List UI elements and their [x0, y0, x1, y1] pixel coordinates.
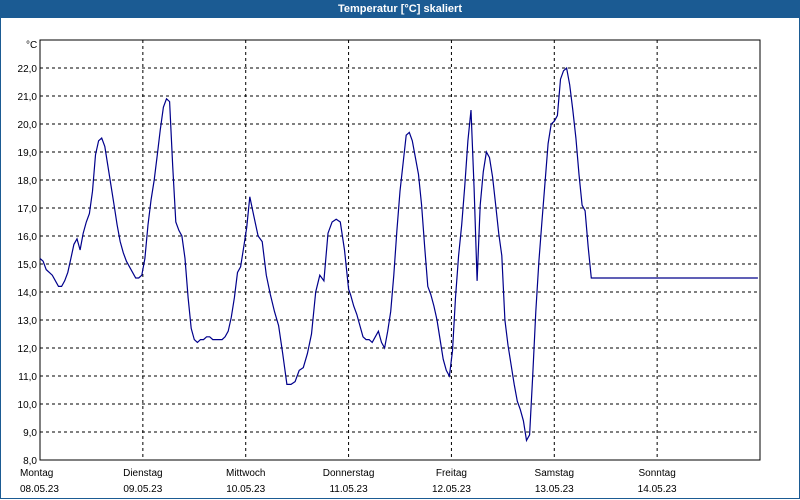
x-tick-day: Freitag — [436, 468, 467, 479]
x-axis-ticks: Montag 08.05.23 Dienstag 09.05.23 Mittwoch 10… — [20, 468, 677, 495]
y-tick-label: 9,0 — [23, 428, 37, 439]
y-tick-label: 20,0 — [18, 120, 38, 131]
x-tick-day: Dienstag — [123, 468, 162, 479]
x-tick-date: 12.05.23 — [432, 484, 471, 495]
y-tick-label: 8,0 — [23, 456, 37, 467]
y-tick-label: 18,0 — [18, 176, 38, 187]
y-tick-label: 15,0 — [18, 260, 38, 271]
x-tick-date: 11.05.23 — [329, 484, 368, 495]
y-tick-label: 11,0 — [18, 372, 37, 383]
y-tick-label: 17,0 — [18, 204, 38, 215]
x-tick-day: Mittwoch — [226, 468, 265, 479]
temperature-series-line — [39, 66, 758, 443]
plot-border — [39, 39, 761, 461]
x-tick-day: Donnerstag — [323, 468, 375, 479]
y-tick-label: 19,0 — [18, 148, 38, 159]
temperature-chart: 8,0 9,0 10,0 11,0 12,0 13,0 14,0 15,0 16,0 17,0 18… — [18, 39, 761, 495]
y-tick-label: 13,0 — [18, 316, 38, 327]
y-tick-label: 21,0 — [18, 92, 38, 103]
y-tick-label: 10,0 — [18, 400, 38, 411]
x-tick-day: Samstag — [535, 468, 574, 479]
x-tick-date: 14.05.23 — [638, 484, 677, 495]
grid — [39, 39, 761, 461]
x-tick-date: 10.05.23 — [226, 484, 265, 495]
y-tick-label: 16,0 — [18, 232, 38, 243]
y-axis-unit: °C — [26, 40, 37, 51]
x-tick-date: 09.05.23 — [123, 484, 162, 495]
x-tick-date: 08.05.23 — [20, 484, 59, 495]
x-tick-day: Montag — [20, 468, 53, 479]
y-tick-label: 12,0 — [18, 344, 38, 355]
y-axis-ticks: 8,0 9,0 10,0 11,0 12,0 13,0 14,0 15,0 16,0 17,0 18… — [18, 64, 38, 467]
y-tick-label: 22,0 — [18, 64, 38, 75]
x-tick-day: Sonntag — [639, 468, 676, 479]
x-tick-date: 13.05.23 — [535, 484, 574, 495]
y-tick-label: 14,0 — [18, 288, 38, 299]
